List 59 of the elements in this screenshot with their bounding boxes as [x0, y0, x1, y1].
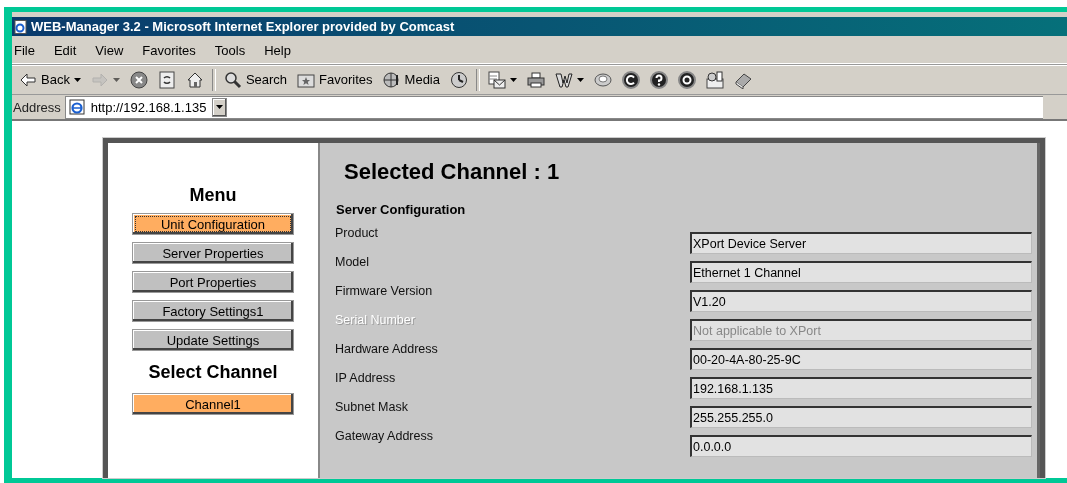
menu-item[interactable]: Tools: [212, 42, 255, 58]
stop-icon: [129, 70, 148, 89]
address-field[interactable]: http://192.168.1.135: [64, 95, 1043, 119]
caret-icon: [216, 105, 224, 110]
discuss-icon: [594, 70, 612, 89]
field-label: Model: [335, 255, 371, 271]
menu-item[interactable]: Edit: [51, 42, 86, 58]
round-dark-icon: [678, 70, 696, 89]
window-title: WEB-Manager 3.2 - Microsoft Internet Explorer provided by Comcast: [31, 19, 455, 34]
menu-item[interactable]: Favorites: [140, 42, 205, 58]
text-field[interactable]: Ethernet 1 Channel: [690, 261, 1032, 283]
field-label: Firmware Version: [335, 284, 434, 300]
page-heading: Selected Channel : 1: [344, 159, 561, 185]
menu-button[interactable]: Server Properties: [132, 242, 294, 264]
channel-heading: Select Channel: [148, 362, 278, 383]
text-field[interactable]: XPort Device Server: [690, 232, 1032, 254]
favorites-button[interactable]: Favorites: [292, 66, 378, 93]
menu-button[interactable]: Factory Settings1: [132, 300, 294, 322]
search-icon: [223, 70, 242, 89]
menu-button[interactable]: Update Settings: [132, 329, 294, 351]
field-label: Product: [335, 226, 380, 242]
menu-button[interactable]: Port Properties: [132, 271, 294, 293]
back-button[interactable]: Back: [14, 66, 86, 93]
field-label: Hardware Address: [335, 342, 439, 358]
field-label: Gateway Address: [335, 429, 434, 445]
caret-icon: [577, 77, 584, 82]
dropdown-button[interactable]: [212, 97, 228, 117]
menu-item[interactable]: File: [12, 42, 44, 58]
search-button[interactable]: Search: [218, 66, 293, 93]
page-icon: [68, 99, 85, 116]
menu-heading: Menu: [189, 185, 237, 206]
page-icon: [14, 19, 27, 34]
menu-button[interactable]: Unit Configuration: [132, 213, 294, 235]
round-dark-icon: [622, 70, 640, 89]
people-icon: [706, 70, 724, 89]
caret-icon: [73, 77, 81, 82]
printer-icon: [527, 70, 545, 89]
text-field[interactable]: 0.0.0.0: [690, 435, 1032, 457]
caret-icon: [112, 77, 120, 82]
text-field[interactable]: 255.255.255.0: [690, 406, 1032, 428]
caret-icon: [510, 77, 517, 82]
text-field[interactable]: 192.168.1.135: [690, 377, 1032, 399]
field-label: IP Address: [335, 371, 397, 387]
help-icon: [650, 70, 668, 89]
text-field[interactable]: V1.20: [690, 290, 1032, 312]
text-field[interactable]: 00-20-4A-80-25-9C: [690, 348, 1032, 370]
edit-icon: [555, 70, 573, 89]
menu-item[interactable]: View: [93, 42, 133, 58]
globe-icon: [382, 70, 401, 89]
home-icon: [185, 70, 204, 89]
field-label: Subnet Mask: [335, 400, 409, 416]
menu-item[interactable]: Help: [262, 42, 300, 58]
media-button[interactable]: Media: [377, 66, 445, 93]
address-label: Address: [12, 99, 62, 115]
mail-icon: [488, 70, 506, 89]
channel-button[interactable]: Channel1: [132, 393, 294, 415]
section-heading: Server Configuration: [336, 202, 467, 217]
refresh-icon: [157, 70, 176, 89]
clock-icon: [450, 70, 468, 89]
